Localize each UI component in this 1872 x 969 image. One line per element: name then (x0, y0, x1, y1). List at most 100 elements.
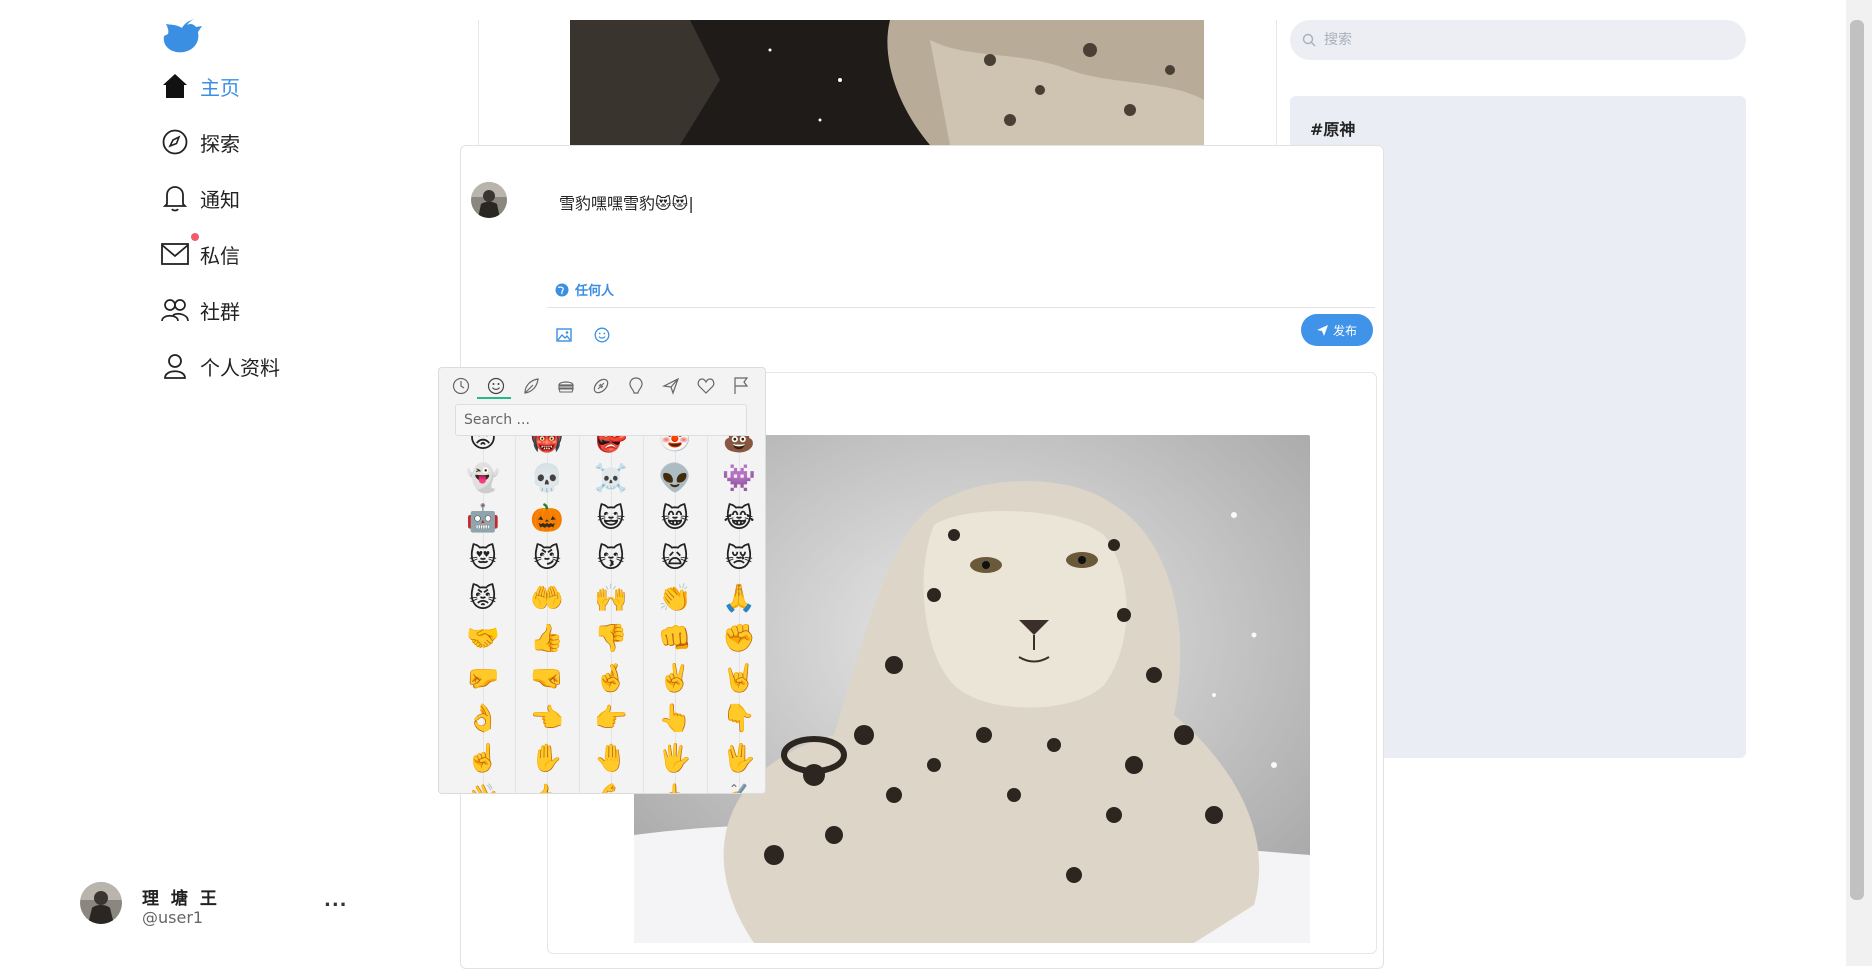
emoji-cell[interactable]: 🤛 (451, 658, 515, 698)
sidebar-item-label: 私信 (200, 243, 240, 268)
emoji-icon[interactable] (591, 324, 613, 346)
emoji-cell[interactable]: 🤲 (515, 578, 579, 618)
sidebar-item-label: 主页 (200, 75, 240, 100)
bird-logo-icon[interactable] (160, 18, 206, 58)
smiley-icon[interactable] (478, 372, 513, 400)
sidebar-item-label: 社群 (200, 299, 240, 324)
emoji-cell[interactable]: ✌️ (643, 658, 707, 698)
emoji-cell[interactable]: 💪 (579, 778, 643, 794)
people-icon (160, 295, 190, 325)
emoji-cell[interactable]: 👌 (451, 698, 515, 738)
emoji-cell[interactable]: 🖖 (707, 738, 765, 778)
globe-icon (555, 283, 569, 297)
post-button-label: 发布 (1332, 323, 1357, 338)
current-user-card[interactable]: 理 塘 王 @user1 ... (80, 882, 360, 932)
emoji-cell[interactable]: 🤘 (707, 658, 765, 698)
emoji-category-bar (443, 372, 759, 400)
emoji-cell[interactable]: 😾 (451, 578, 515, 618)
emoji-cell[interactable]: ☝️ (451, 738, 515, 778)
emoji-search-box[interactable] (455, 404, 747, 436)
emoji-cell[interactable]: 🤙 (515, 778, 579, 794)
sidebar-item-notifications[interactable]: 通知 (160, 178, 240, 218)
emoji-cell[interactable]: 🤞 (579, 658, 643, 698)
compose-text-input[interactable]: 雪豹嘿嘿雪豹😻😻| (559, 190, 694, 214)
sidebar-item-home[interactable]: 主页 (160, 66, 240, 106)
emoji-cell[interactable]: 🙀 (643, 538, 707, 578)
emoji-cell[interactable]: 👽 (643, 458, 707, 498)
emoji-cell[interactable]: 🖕 (643, 778, 707, 794)
sidebar-item-messages[interactable]: 私信 (160, 234, 240, 274)
emoji-cell[interactable]: 👋 (451, 778, 515, 794)
sidebar-item-profile[interactable]: 个人资料 (160, 346, 280, 386)
emoji-cell[interactable]: 🤝 (451, 618, 515, 658)
compass-icon (160, 127, 190, 157)
emoji-search-input[interactable] (456, 405, 744, 435)
user-display-name: 理 塘 王 (142, 889, 220, 909)
emoji-cell[interactable]: 👍 (515, 618, 579, 658)
more-options-button[interactable]: ... (324, 890, 348, 911)
recent-icon[interactable] (443, 372, 478, 400)
emoji-cell[interactable]: 😡 (451, 436, 515, 458)
emoji-cell[interactable]: 🤜 (515, 658, 579, 698)
flags-icon[interactable] (723, 372, 758, 400)
emoji-cell[interactable]: 👎 (579, 618, 643, 658)
feed-photo-snow-leopard-top (570, 20, 1204, 145)
emoji-cell[interactable]: 🤖 (451, 498, 515, 538)
search-icon (1302, 33, 1316, 47)
trend-hashtag[interactable]: #原神 (1310, 116, 1355, 140)
emoji-cell[interactable]: 👊 (643, 618, 707, 658)
unread-badge-dot (191, 233, 199, 241)
send-icon (1316, 324, 1328, 336)
emoji-cell[interactable]: 🙌 (579, 578, 643, 618)
emoji-cell[interactable]: 👹 (515, 436, 579, 458)
mail-icon (160, 239, 190, 269)
emoji-cell[interactable]: ✋ (515, 738, 579, 778)
emoji-cell[interactable]: 👆 (643, 698, 707, 738)
sidebar-item-label: 个人资料 (200, 355, 280, 380)
emoji-cell[interactable]: ✊ (707, 618, 765, 658)
emoji-cell[interactable]: 👇 (707, 698, 765, 738)
symbols-icon[interactable] (688, 372, 723, 400)
post-button[interactable]: 发布 (1301, 314, 1373, 346)
nature-icon[interactable] (513, 372, 548, 400)
emoji-cell[interactable]: 😼 (515, 538, 579, 578)
emoji-cell[interactable]: 👺 (579, 436, 643, 458)
emoji-cell[interactable]: 🖐️ (643, 738, 707, 778)
emoji-cell[interactable]: 👏 (643, 578, 707, 618)
sidebar-item-label: 通知 (200, 187, 240, 212)
audience-label: 任何人 (575, 284, 615, 299)
emoji-cell[interactable]: 👾 (707, 458, 765, 498)
page-scrollbar-thumb[interactable] (1850, 20, 1864, 900)
emoji-cell[interactable]: 😹 (707, 498, 765, 538)
emoji-cell[interactable]: 🤚 (579, 738, 643, 778)
places-icon[interactable] (618, 372, 653, 400)
emoji-cell[interactable]: 👈 (515, 698, 579, 738)
image-icon[interactable] (553, 324, 575, 346)
emoji-cell[interactable]: 👻 (451, 458, 515, 498)
emoji-cell[interactable]: 😽 (579, 538, 643, 578)
emoji-cell[interactable]: 😺 (579, 498, 643, 538)
emoji-cell[interactable]: 🎃 (515, 498, 579, 538)
emoji-cell[interactable]: 😿 (707, 538, 765, 578)
emoji-cell[interactable]: 😻 (451, 538, 515, 578)
audience-selector[interactable]: 任何人 (555, 280, 614, 299)
emoji-cell[interactable]: 🙏 (707, 578, 765, 618)
emoji-cell[interactable]: 💩 (707, 436, 765, 458)
search-bar[interactable] (1290, 20, 1746, 60)
emoji-cell[interactable]: 👉 (579, 698, 643, 738)
sidebar-item-explore[interactable]: 探索 (160, 122, 240, 162)
activity-icon[interactable] (583, 372, 618, 400)
emoji-cell[interactable]: 🤡 (643, 436, 707, 458)
search-input[interactable] (1322, 31, 1726, 49)
sidebar-item-communities[interactable]: 社群 (160, 290, 240, 330)
emoji-cell[interactable]: ☠️ (579, 458, 643, 498)
food-icon[interactable] (548, 372, 583, 400)
avatar (80, 882, 122, 924)
divider (547, 307, 1375, 308)
travel-icon[interactable] (653, 372, 688, 400)
emoji-picker: 😡👹👺🤡💩 👻💀☠️👽👾 🤖🎃😺😸😹 😻😼😽🙀😿 😾🤲🙌👏🙏 🤝👍👎👊✊ 🤛🤜🤞✌️🤘 👌👈👉… (438, 367, 766, 794)
user-icon (160, 351, 190, 381)
emoji-cell[interactable]: 😸 (643, 498, 707, 538)
scroll-up-icon[interactable]: ⌃ (729, 782, 739, 793)
emoji-cell[interactable]: 💀 (515, 458, 579, 498)
